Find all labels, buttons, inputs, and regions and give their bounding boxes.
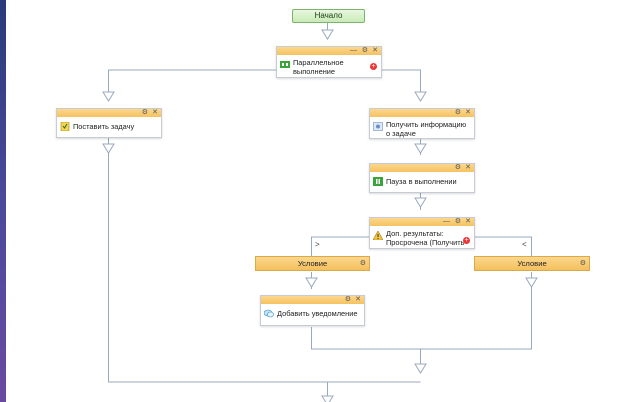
gear-icon[interactable]: ⚙ xyxy=(345,296,351,304)
parallel-icon xyxy=(280,61,290,68)
node-label: Поставить задачу xyxy=(73,122,135,131)
node-label: Доп. результаты: Просрочена (Получить xyxy=(386,229,465,247)
node-label: Получить информацию о задаче xyxy=(386,120,467,138)
close-icon[interactable]: ✕ xyxy=(465,109,471,117)
notification-icon xyxy=(264,309,274,318)
arrow-notify xyxy=(305,277,318,288)
start-node[interactable]: Начало xyxy=(292,9,365,23)
gear-icon[interactable]: ⚙ xyxy=(360,260,366,268)
node-header: ⚙ ✕ xyxy=(57,109,161,117)
info-icon xyxy=(373,122,383,131)
task-icon xyxy=(60,122,70,131)
gear-icon[interactable]: ⚙ xyxy=(142,109,148,117)
close-icon[interactable]: ✕ xyxy=(465,164,471,172)
arrow-set-task xyxy=(102,91,115,102)
node-header: ⚙ ✕ xyxy=(370,164,474,172)
node-get-info[interactable]: ⚙ ✕ Получить информацию о задаче xyxy=(369,108,475,139)
node-set-task[interactable]: ⚙ ✕ Поставить задачу xyxy=(56,108,162,138)
add-icon[interactable]: + xyxy=(370,63,377,70)
arrow-set-task-out xyxy=(102,143,115,154)
node-label: Добавить уведомление xyxy=(277,309,358,318)
gear-icon[interactable]: ⚙ xyxy=(455,218,461,226)
add-icon[interactable]: + xyxy=(463,237,470,244)
node-header: ⚙ ✕ xyxy=(261,296,364,304)
branch-marker-left: > xyxy=(315,240,320,249)
condition-label: Условие xyxy=(517,259,547,268)
node-pause[interactable]: ⚙ ✕ Пауза в выполнении xyxy=(369,163,475,193)
node-label: Параллельное выполнение xyxy=(293,58,344,76)
arrow-get-info xyxy=(414,91,427,102)
node-add-notification[interactable]: ⚙ ✕ Добавить уведомление xyxy=(260,295,365,326)
pause-icon xyxy=(373,177,383,186)
arrow-pause xyxy=(414,143,427,154)
close-icon[interactable]: ✕ xyxy=(465,218,471,226)
gear-icon[interactable]: ⚙ xyxy=(455,164,461,172)
branch-marker-right: < xyxy=(522,240,527,249)
condition-label: Условие xyxy=(297,259,328,268)
condition-right[interactable]: Условие ⚙ xyxy=(474,256,590,271)
condition-left[interactable]: Условие ⚙ xyxy=(255,256,370,271)
minimize-icon[interactable]: — xyxy=(350,47,357,55)
arrow-extra xyxy=(414,197,427,208)
gear-icon[interactable]: ⚙ xyxy=(580,260,586,268)
warning-icon xyxy=(373,231,383,240)
arrow-right-cond-out xyxy=(525,277,538,288)
arrow-end xyxy=(321,395,334,402)
node-header: ⚙ ✕ xyxy=(370,109,474,117)
node-extra-results[interactable]: — ⚙ ✕ Доп. результаты: Просрочена (Получ… xyxy=(369,217,475,249)
minimize-icon[interactable]: — xyxy=(443,218,450,226)
gear-icon[interactable]: ⚙ xyxy=(362,47,368,55)
close-icon[interactable]: ✕ xyxy=(152,109,158,117)
node-parallel[interactable]: — ⚙ ✕ Параллельное выполнение + xyxy=(276,46,382,78)
gear-icon[interactable]: ⚙ xyxy=(455,109,461,117)
node-header: — ⚙ ✕ xyxy=(277,47,381,55)
arrow-join xyxy=(414,363,427,374)
start-label: Начало xyxy=(314,11,343,20)
close-icon[interactable]: ✕ xyxy=(355,296,361,304)
arrow-start xyxy=(321,29,334,40)
node-header: — ⚙ ✕ xyxy=(370,218,474,226)
close-icon[interactable]: ✕ xyxy=(372,47,378,55)
node-label: Пауза в выполнении xyxy=(386,177,457,186)
